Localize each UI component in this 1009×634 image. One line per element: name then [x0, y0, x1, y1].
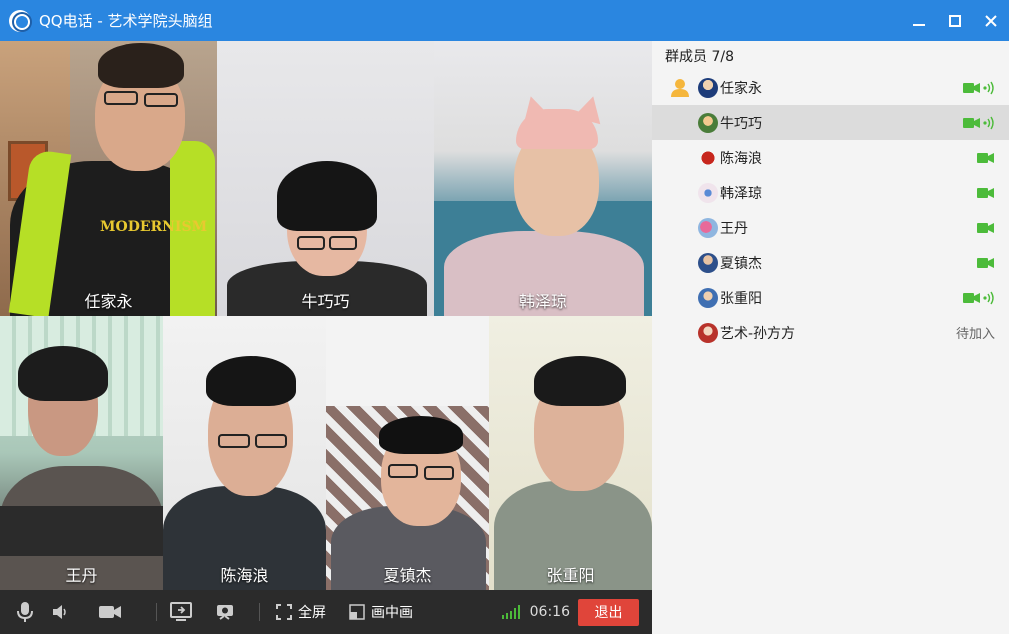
- member-row[interactable]: 韩泽琼: [652, 175, 1009, 210]
- picture-in-picture-icon: [349, 604, 365, 620]
- video-name-label: 牛巧巧: [301, 292, 350, 311]
- member-name: 牛巧巧: [720, 115, 762, 132]
- camera-icon: [963, 117, 980, 128]
- member-row[interactable]: 张重阳: [652, 280, 1009, 315]
- fullscreen-label: 全屏: [298, 605, 326, 621]
- switch-camera-icon: [217, 605, 233, 620]
- screen-share-icon: [170, 602, 192, 621]
- toolbar-divider: [259, 603, 260, 621]
- maximize-icon: [949, 14, 961, 27]
- video-grid: MODERNISM 任家永 牛巧巧 韩泽琼 王丹 陈海浪 夏镇杰 张重阳: [0, 41, 652, 590]
- avatar: [698, 147, 718, 168]
- member-row[interactable]: 任家永: [652, 70, 1009, 105]
- video-name-label: 任家永: [84, 292, 133, 311]
- video-name-label: 王丹: [65, 566, 98, 585]
- microphone-icon: [17, 602, 33, 622]
- member-row[interactable]: 夏镇杰: [652, 245, 1009, 280]
- fullscreen-button[interactable]: 全屏: [266, 590, 336, 634]
- close-button[interactable]: [973, 0, 1009, 41]
- camera-icon: [963, 292, 980, 303]
- video-name-label: 张重阳: [546, 566, 595, 585]
- camera-icon: [977, 187, 994, 198]
- avatar: [698, 182, 718, 203]
- maximize-button[interactable]: [937, 0, 973, 41]
- video-name-label: 陈海浪: [220, 566, 269, 585]
- camera-icon: [977, 257, 994, 268]
- video-name-label: 夏镇杰: [383, 566, 432, 585]
- qq-logo-icon: [9, 9, 31, 32]
- speaker-icon: [53, 605, 66, 619]
- signal-icon: [501, 605, 520, 619]
- pip-label: 画中画: [371, 605, 413, 621]
- close-icon: [985, 14, 997, 27]
- speaking-icon: [983, 291, 994, 304]
- avatar: [698, 287, 718, 308]
- minimize-button[interactable]: [901, 0, 937, 41]
- video-tile[interactable]: 张重阳: [489, 316, 652, 590]
- camera-icon: [963, 82, 980, 93]
- avatar: [698, 322, 718, 343]
- video-tile[interactable]: MODERNISM 任家永: [0, 41, 217, 316]
- member-name: 韩泽琼: [720, 185, 762, 202]
- member-name: 艺术-孙方方: [720, 325, 796, 342]
- member-count-header: 群成员 7/8: [665, 49, 734, 65]
- pending-status: 待加入: [955, 327, 995, 342]
- window-title: QQ电话 - 艺术学院头脑组: [39, 12, 213, 30]
- exit-button[interactable]: 退出: [578, 598, 639, 626]
- video-tile[interactable]: 牛巧巧: [217, 41, 434, 316]
- speaker-button[interactable]: [50, 590, 70, 634]
- avatar: [698, 252, 718, 273]
- picture-in-picture-button[interactable]: 画中画: [336, 590, 426, 634]
- mic-button[interactable]: [0, 590, 50, 634]
- toolbar-divider: [156, 603, 157, 621]
- camera-icon: [977, 222, 994, 233]
- screen-share-button[interactable]: [163, 590, 199, 634]
- member-row[interactable]: 陈海浪: [652, 140, 1009, 175]
- host-icon: [671, 78, 689, 97]
- member-name: 张重阳: [720, 290, 762, 307]
- signal-indicator: [498, 590, 524, 634]
- call-toolbar: 全屏 画中画 06:16 退出: [0, 590, 652, 634]
- avatar: [698, 112, 718, 133]
- fullscreen-icon: [276, 604, 292, 620]
- switch-camera-button[interactable]: [199, 590, 253, 634]
- member-name: 陈海浪: [720, 150, 762, 167]
- speaking-icon: [983, 81, 994, 94]
- video-tile[interactable]: 夏镇杰: [326, 316, 489, 590]
- camera-icon: [977, 152, 994, 163]
- video-tile[interactable]: 王丹: [0, 316, 163, 590]
- minimize-icon: [913, 23, 925, 26]
- call-timer: 06:16: [529, 604, 570, 620]
- avatar: [698, 217, 718, 238]
- video-tile[interactable]: 韩泽琼: [434, 41, 652, 316]
- member-name: 任家永: [720, 80, 762, 97]
- camera-button[interactable]: [70, 590, 150, 634]
- member-name: 王丹: [720, 220, 748, 237]
- speaking-icon: [983, 116, 994, 129]
- member-name: 夏镇杰: [720, 255, 762, 272]
- video-tile[interactable]: 陈海浪: [163, 316, 326, 590]
- avatar: [698, 77, 718, 98]
- member-row[interactable]: 艺术-孙方方 待加入: [652, 315, 1009, 350]
- video-name-label: 韩泽琼: [518, 292, 567, 311]
- title-bar: QQ电话 - 艺术学院头脑组: [0, 0, 1009, 41]
- member-row[interactable]: 牛巧巧: [652, 105, 1009, 140]
- camera-icon: [99, 606, 121, 618]
- member-panel: 群成员 7/8 任家永 牛巧巧 陈海浪 韩泽琼 王丹 夏镇杰 张重阳 艺术-孙方…: [652, 41, 1009, 634]
- member-row[interactable]: 王丹: [652, 210, 1009, 245]
